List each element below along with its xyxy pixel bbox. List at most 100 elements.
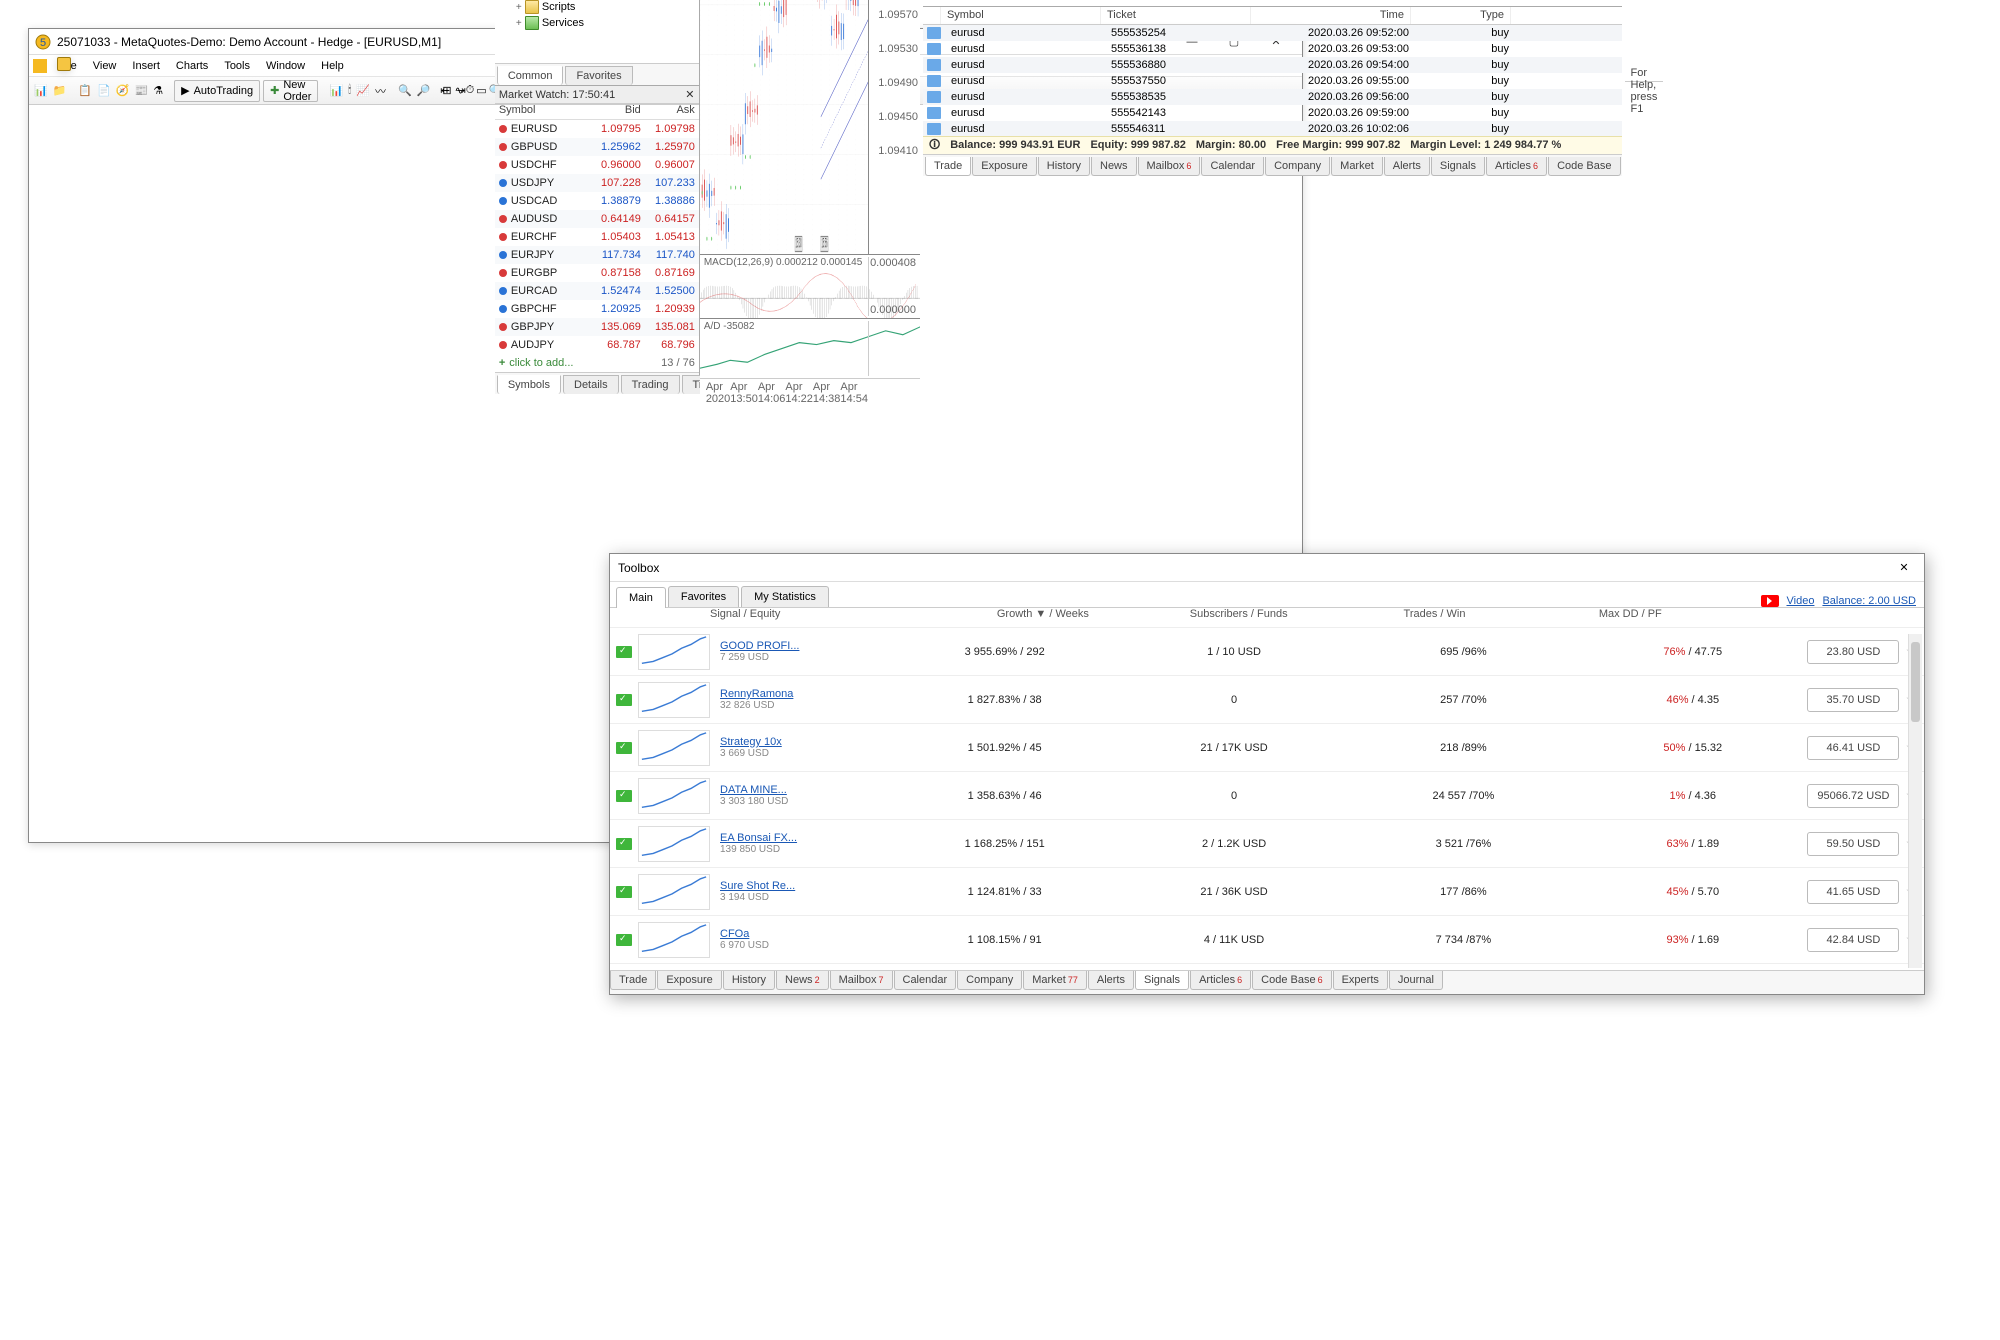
col-trades[interactable]: Trades / Win bbox=[1337, 608, 1533, 627]
toolbox-bottom-tab-code-base[interactable]: Code Base6 bbox=[1252, 971, 1331, 990]
signal-row[interactable]: DATA MINE...3 303 180 USD 1 358.63% / 46… bbox=[610, 772, 1924, 820]
strategy-tester-button[interactable]: ⚗ bbox=[152, 80, 164, 102]
market-watch-button[interactable]: 📋 bbox=[77, 80, 93, 102]
toolbox-bottom-tab-mailbox[interactable]: Mailbox7 bbox=[830, 971, 893, 990]
menu-window[interactable]: Window bbox=[258, 57, 313, 75]
symbol-row-usdcad[interactable]: USDCAD1.388791.38886 bbox=[495, 192, 699, 210]
col-symbol[interactable]: Symbol bbox=[941, 7, 1101, 24]
toolbox-bottom-tab-market[interactable]: Market77 bbox=[1023, 971, 1087, 990]
profiles-button[interactable]: 📁 bbox=[52, 80, 68, 102]
video-link[interactable]: Video bbox=[1787, 595, 1815, 607]
market-watch-add[interactable]: +click to add... 13 / 76 bbox=[495, 354, 699, 372]
signal-name[interactable]: DATA MINE... bbox=[720, 784, 890, 796]
symbol-row-eurcad[interactable]: EURCAD1.524741.52500 bbox=[495, 282, 699, 300]
signal-row[interactable]: CFOa6 970 USD 1 108.15% / 91 4 / 11K USD… bbox=[610, 916, 1924, 964]
tree-node-services[interactable]: +Services bbox=[495, 15, 699, 31]
mw-tab-symbols[interactable]: Symbols bbox=[497, 375, 561, 394]
terminal-tab-calendar[interactable]: Calendar bbox=[1201, 157, 1264, 176]
menu-view[interactable]: View bbox=[85, 57, 125, 75]
youtube-icon[interactable] bbox=[1761, 595, 1779, 607]
col-symbol[interactable]: Symbol bbox=[499, 104, 587, 119]
indicators-button[interactable]: ∿ bbox=[453, 80, 464, 102]
col-time[interactable]: Time bbox=[1251, 7, 1411, 24]
terminal-tab-news[interactable]: News bbox=[1091, 157, 1137, 176]
zoom-out-button[interactable]: 🔎 bbox=[416, 80, 432, 102]
menu-help[interactable]: Help bbox=[313, 57, 352, 75]
subscribe-price-button[interactable]: 41.65 USD bbox=[1807, 880, 1899, 904]
autotrading-button[interactable]: ▶ AutoTrading bbox=[174, 80, 260, 102]
symbol-row-eurusd[interactable]: EURUSD1.097951.09798 bbox=[495, 120, 699, 138]
col-growth[interactable]: Growth ▼ / Weeks bbox=[945, 608, 1141, 627]
symbol-row-audusd[interactable]: AUDUSD0.641490.64157 bbox=[495, 210, 699, 228]
symbol-row-usdjpy[interactable]: USDJPY107.228107.233 bbox=[495, 174, 699, 192]
trade-row[interactable]: eurusd5555463112020.03.26 10:02:06buy bbox=[923, 121, 1622, 136]
symbol-row-gbpusd[interactable]: GBPUSD1.259621.25970 bbox=[495, 138, 699, 156]
menu-charts[interactable]: Charts bbox=[168, 57, 216, 75]
toolbox-close-button[interactable]: ✕ bbox=[1892, 557, 1916, 579]
toolbox-bottom-tab-journal[interactable]: Journal bbox=[1389, 971, 1443, 990]
market-watch-header[interactable]: Market Watch: 17:50:41 ✕ bbox=[495, 86, 699, 104]
col-bid[interactable]: Bid bbox=[587, 104, 641, 119]
tree-node-scripts[interactable]: +Scripts bbox=[495, 0, 699, 15]
nav-tab-common[interactable]: Common bbox=[497, 66, 564, 85]
macd-pane[interactable]: MACD(12,26,9) 0.000212 0.000145 0.000408… bbox=[700, 254, 920, 318]
scrollbar-thumb[interactable] bbox=[1911, 642, 1920, 722]
terminal-tab-code base[interactable]: Code Base bbox=[1548, 157, 1620, 176]
toolbox-bottom-tab-history[interactable]: History bbox=[723, 971, 775, 990]
signal-name[interactable]: GOOD PROFI... bbox=[720, 640, 890, 652]
terminal-tab-signals[interactable]: Signals bbox=[1431, 157, 1485, 176]
terminal-tab-trade[interactable]: Trade bbox=[925, 157, 971, 176]
line-chart-button[interactable]: 📈 bbox=[355, 80, 371, 102]
trade-row[interactable]: eurusd5555361382020.03.26 09:53:00buy bbox=[923, 41, 1622, 57]
terminal-tab-company[interactable]: Company bbox=[1265, 157, 1330, 176]
terminal-tab-alerts[interactable]: Alerts bbox=[1384, 157, 1430, 176]
terminal-tab-market[interactable]: Market bbox=[1331, 157, 1383, 176]
signal-row[interactable]: Strategy 10x3 669 USD 1 501.92% / 45 21 … bbox=[610, 724, 1924, 772]
toolbox-bottom-tab-alerts[interactable]: Alerts bbox=[1088, 971, 1134, 990]
col-subscribers[interactable]: Subscribers / Funds bbox=[1141, 608, 1337, 627]
subscribe-price-button[interactable]: 35.70 USD bbox=[1807, 688, 1899, 712]
subscribe-price-button[interactable]: 59.50 USD bbox=[1807, 832, 1899, 856]
market-watch-close-icon[interactable]: ✕ bbox=[683, 87, 697, 101]
periods-button[interactable]: ⏱ bbox=[465, 80, 476, 102]
mw-tab-details[interactable]: Details bbox=[563, 375, 619, 394]
toolbox-bottom-tab-signals[interactable]: Signals bbox=[1135, 971, 1189, 990]
tick-chart-button[interactable]: 〰 bbox=[374, 80, 387, 102]
toolbox-bottom-tab-news[interactable]: News2 bbox=[776, 971, 829, 990]
shift-chart-button[interactable]: ⇤ ∿ ⏱ ▭ 🔍 2 bbox=[470, 80, 492, 102]
mw-tab-trading[interactable]: Trading bbox=[621, 375, 680, 394]
signal-name[interactable]: RennyRamona bbox=[720, 688, 890, 700]
col-type[interactable]: Type bbox=[1411, 7, 1511, 24]
toolbox-tab-main[interactable]: Main bbox=[616, 587, 666, 608]
toolbox-bottom-tab-experts[interactable]: Experts bbox=[1333, 971, 1388, 990]
toolbox-tab-favorites[interactable]: Favorites bbox=[668, 586, 739, 607]
trade-row[interactable]: eurusd5555421432020.03.26 09:59:00buy bbox=[923, 105, 1622, 121]
signal-name[interactable]: EA Bonsai FX... bbox=[720, 832, 890, 844]
symbol-row-usdchf[interactable]: USDCHF0.960000.96007 bbox=[495, 156, 699, 174]
symbol-row-eurchf[interactable]: EURCHF1.054031.05413 bbox=[495, 228, 699, 246]
terminal-tab-articles[interactable]: Articles6 bbox=[1486, 157, 1547, 176]
bar-chart-button[interactable]: 📊 bbox=[328, 80, 344, 102]
new-chart-button[interactable]: 📊 bbox=[33, 80, 49, 102]
signal-name[interactable]: CFOa bbox=[720, 928, 890, 940]
expand-icon[interactable]: + bbox=[513, 18, 525, 29]
terminal-tab-history[interactable]: History bbox=[1038, 157, 1090, 176]
toolbox-bottom-tab-calendar[interactable]: Calendar bbox=[894, 971, 957, 990]
ad-pane[interactable]: A/D -35082 bbox=[700, 318, 920, 378]
symbol-row-eurjpy[interactable]: EURJPY117.734117.740 bbox=[495, 246, 699, 264]
signal-name[interactable]: Sure Shot Re... bbox=[720, 880, 890, 892]
symbol-row-gbpchf[interactable]: GBPCHF1.209251.20939 bbox=[495, 300, 699, 318]
trade-row[interactable]: eurusd5555375502020.03.26 09:55:00buy bbox=[923, 73, 1622, 89]
col-signal-equity[interactable]: Signal / Equity bbox=[710, 608, 945, 627]
col-ticket[interactable]: Ticket bbox=[1101, 7, 1251, 24]
navigator-button[interactable]: 🧭 bbox=[115, 80, 131, 102]
symbol-row-audjpy[interactable]: AUDJPY68.78768.796 bbox=[495, 336, 699, 354]
data-window-button[interactable]: 📄 bbox=[96, 80, 112, 102]
chart-canvas[interactable]: 15:30 15:56 SELL ▾ 1.00 BUY bbox=[700, 0, 920, 254]
terminal-tab-mailbox[interactable]: Mailbox6 bbox=[1138, 157, 1201, 176]
signals-rows[interactable]: GOOD PROFI...7 259 USD 3 955.69% / 292 1… bbox=[610, 628, 1924, 970]
symbol-row-eurgbp[interactable]: EURGBP0.871580.87169 bbox=[495, 264, 699, 282]
navigator-tree[interactable]: MetaTrader 5+Accounts+Subscriptions-Indi… bbox=[495, 0, 699, 63]
signal-name[interactable]: Strategy 10x bbox=[720, 736, 890, 748]
toolbox-bottom-tab-articles[interactable]: Articles6 bbox=[1190, 971, 1251, 990]
